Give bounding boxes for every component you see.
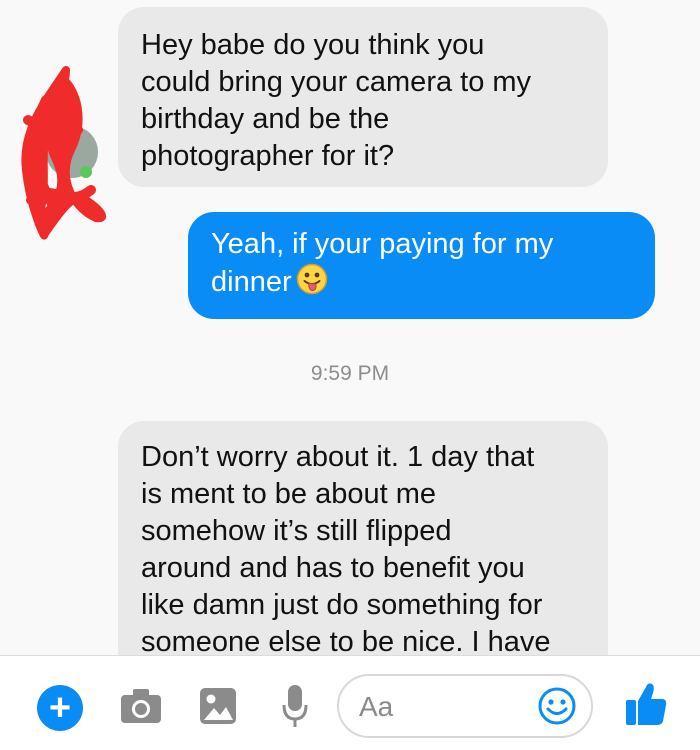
avatar <box>21 66 107 240</box>
like-thumb-icon[interactable] <box>624 681 668 727</box>
message-timestamp: 9:59 PM <box>310 362 390 385</box>
incoming-message: Hey babe do you think you could bring yo… <box>118 7 608 187</box>
outgoing-message: Yeah, if your paying for my dinner <box>188 212 655 319</box>
plus-icon[interactable]: + <box>37 685 83 731</box>
message-input[interactable] <box>357 684 531 730</box>
tongue-out-emoji-icon <box>296 263 327 295</box>
image-icon[interactable] <box>198 686 238 726</box>
message-thread: Hey babe do you think you could bring yo… <box>0 0 700 655</box>
composer-bar: + <box>0 655 700 750</box>
incoming-message: Don’t worry about it. 1 day that is ment… <box>118 421 608 655</box>
camera-icon[interactable] <box>120 688 162 724</box>
emoji-icon[interactable] <box>537 686 577 726</box>
outgoing-message-text: Yeah, if your paying for my dinner <box>211 228 554 298</box>
message-input-field[interactable] <box>337 674 593 738</box>
microphone-icon[interactable] <box>281 683 309 729</box>
